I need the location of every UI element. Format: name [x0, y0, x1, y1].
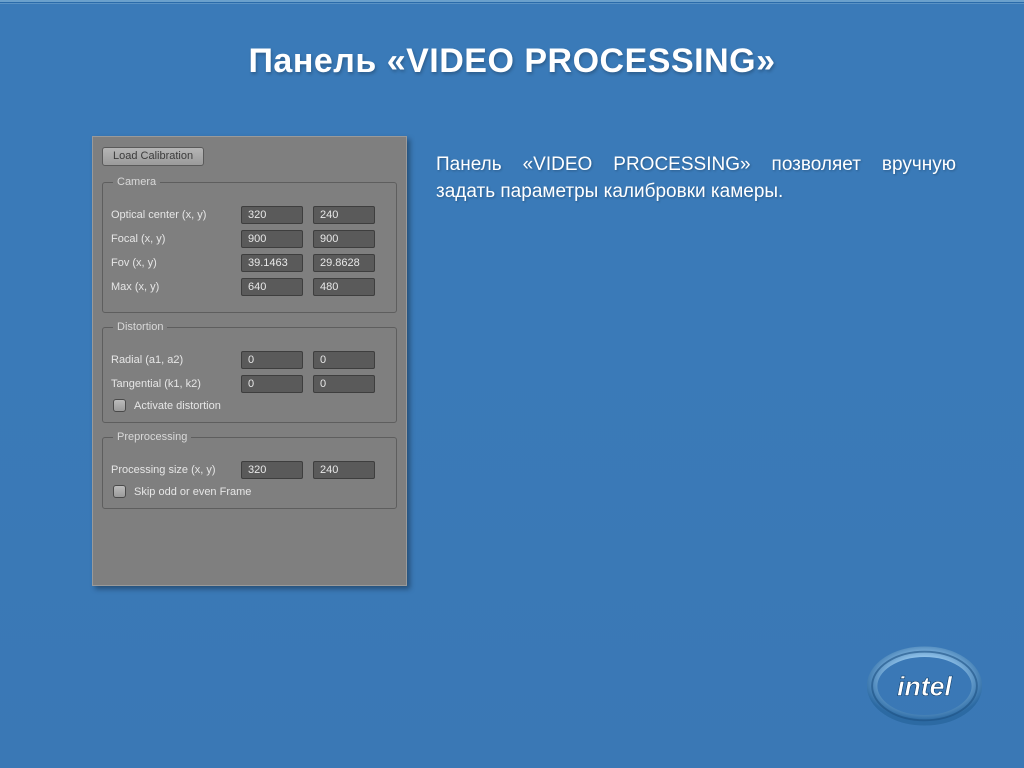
- radial-label: Radial (a1, a2): [111, 354, 241, 366]
- skip-frame-label: Skip odd or even Frame: [134, 486, 251, 498]
- max-label: Max (x, y): [111, 281, 241, 293]
- skip-frame-checkbox[interactable]: [113, 485, 126, 498]
- focal-row: Focal (x, y): [111, 230, 388, 248]
- focal-label: Focal (x, y): [111, 233, 241, 245]
- camera-legend: Camera: [113, 176, 160, 188]
- load-calibration-button[interactable]: Load Calibration: [102, 147, 204, 166]
- radial-a1-input[interactable]: [241, 351, 303, 369]
- optical-center-label: Optical center (x, y): [111, 209, 241, 221]
- preprocessing-group: Preprocessing Processing size (x, y) Ski…: [102, 431, 397, 509]
- preprocessing-legend: Preprocessing: [113, 431, 191, 443]
- description-text: Панель «VIDEO PROCESSING» позволяет вруч…: [436, 152, 956, 206]
- processing-size-y-input[interactable]: [313, 461, 375, 479]
- max-x-input[interactable]: [241, 278, 303, 296]
- focal-x-input[interactable]: [241, 230, 303, 248]
- distortion-legend: Distortion: [113, 321, 167, 333]
- page-title: Панель «VIDEO PROCESSING»: [0, 42, 1024, 81]
- video-processing-panel-wrapper: Load Calibration Camera Optical center (…: [92, 136, 407, 586]
- distortion-group: Distortion Radial (a1, a2) Tangential (k…: [102, 321, 397, 423]
- intel-logo-icon: intel: [867, 646, 982, 726]
- radial-row: Radial (a1, a2): [111, 351, 388, 369]
- optical-center-x-input[interactable]: [241, 206, 303, 224]
- top-rule-2: [0, 3, 1024, 4]
- video-processing-panel: Load Calibration Camera Optical center (…: [92, 136, 407, 586]
- tangential-row: Tangential (k1, k2): [111, 375, 388, 393]
- fov-x-input[interactable]: [241, 254, 303, 272]
- tangential-k2-input[interactable]: [313, 375, 375, 393]
- fov-row: Fov (x, y): [111, 254, 388, 272]
- radial-a2-input[interactable]: [313, 351, 375, 369]
- processing-size-row: Processing size (x, y): [111, 461, 388, 479]
- processing-size-x-input[interactable]: [241, 461, 303, 479]
- optical-center-y-input[interactable]: [313, 206, 375, 224]
- tangential-k1-input[interactable]: [241, 375, 303, 393]
- max-y-input[interactable]: [313, 278, 375, 296]
- tangential-label: Tangential (k1, k2): [111, 378, 241, 390]
- fov-y-input[interactable]: [313, 254, 375, 272]
- focal-y-input[interactable]: [313, 230, 375, 248]
- activate-distortion-row: Activate distortion: [113, 399, 388, 412]
- processing-size-label: Processing size (x, y): [111, 464, 241, 476]
- skip-frame-row: Skip odd or even Frame: [113, 485, 388, 498]
- fov-label: Fov (x, y): [111, 257, 241, 269]
- optical-center-row: Optical center (x, y): [111, 206, 388, 224]
- activate-distortion-checkbox[interactable]: [113, 399, 126, 412]
- max-row: Max (x, y): [111, 278, 388, 296]
- svg-text:intel: intel: [897, 672, 952, 702]
- top-rule: [0, 0, 1024, 2]
- activate-distortion-label: Activate distortion: [134, 400, 221, 412]
- camera-group: Camera Optical center (x, y) Focal (x, y…: [102, 176, 397, 313]
